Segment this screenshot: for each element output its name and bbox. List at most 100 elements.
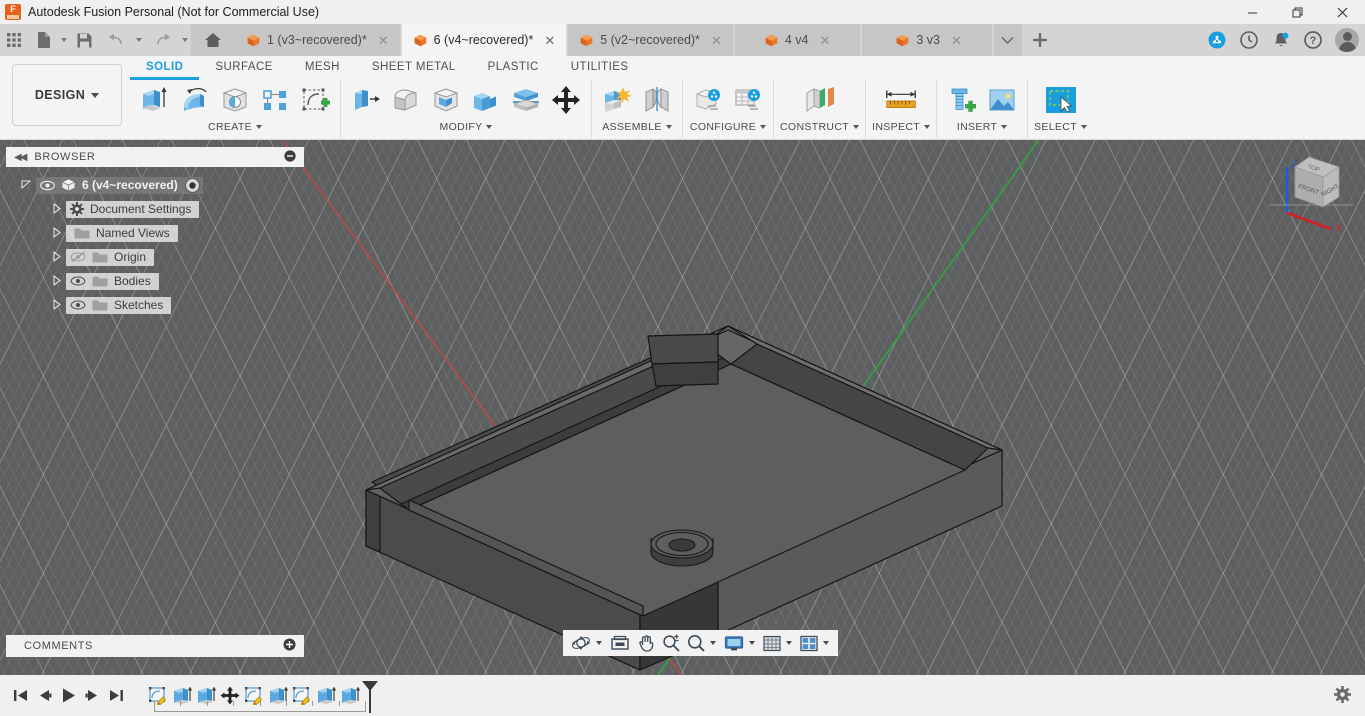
zoom-icon[interactable]: [659, 630, 683, 656]
more-tabs-icon[interactable]: [993, 24, 1024, 56]
notifications-icon[interactable]: [1266, 24, 1296, 56]
eye-visible-icon[interactable]: [70, 275, 86, 287]
offset-plane-icon[interactable]: [801, 80, 839, 120]
panel-construct-label[interactable]: CONSTRUCT: [780, 121, 860, 133]
tree-item-document-settings[interactable]: Document Settings: [66, 200, 200, 218]
tree-node-bodies[interactable]: Bodies: [6, 269, 306, 293]
fillet-icon[interactable]: [387, 80, 425, 120]
joint-icon[interactable]: [638, 80, 676, 120]
document-tab-1[interactable]: 1 (v3~recovered)* ✕: [235, 24, 402, 56]
panel-inspect-label[interactable]: INSPECT: [872, 121, 931, 133]
tab-mesh[interactable]: MESH: [289, 58, 356, 80]
tab-solid[interactable]: SOLID: [130, 58, 200, 80]
add-tab-icon[interactable]: [1024, 24, 1056, 56]
split-face-icon[interactable]: [507, 80, 545, 120]
eye-hidden-icon[interactable]: [70, 251, 86, 263]
add-comment-icon[interactable]: [283, 638, 296, 654]
tree-node-named-views[interactable]: Named Views: [6, 221, 306, 245]
tree-node-root[interactable]: 6 (v4~recovered): [6, 173, 306, 197]
grid-snaps-icon[interactable]: [760, 630, 784, 656]
workspace-switcher[interactable]: DESIGN: [12, 64, 122, 126]
new-file-dropdown-icon[interactable]: [58, 24, 70, 56]
document-tab-3[interactable]: 5 (v2~recovered)* ✕: [568, 24, 735, 56]
hole-icon[interactable]: [216, 80, 254, 120]
tree-item-bodies[interactable]: Bodies: [66, 272, 159, 290]
minimize-button[interactable]: [1230, 0, 1275, 24]
go-to-beginning-icon[interactable]: [8, 681, 32, 711]
close-tab-icon[interactable]: ✕: [378, 34, 389, 47]
new-component-icon[interactable]: [598, 80, 636, 120]
new-file-icon[interactable]: [29, 24, 58, 56]
tree-item-named-views[interactable]: Named Views: [66, 224, 178, 242]
document-tab-5[interactable]: 3 v3 ✕: [862, 24, 994, 56]
twisty-collapsed-icon[interactable]: [46, 202, 66, 216]
extensions-icon[interactable]: [1202, 24, 1232, 56]
restore-button[interactable]: [1275, 0, 1320, 24]
play-icon[interactable]: [56, 681, 80, 711]
document-tab-4[interactable]: 4 v4 ✕: [734, 24, 863, 56]
home-icon[interactable]: [191, 24, 235, 56]
tree-item-root[interactable]: 6 (v4~recovered): [36, 176, 203, 194]
activate-component-radio[interactable]: [184, 177, 201, 194]
go-to-end-icon[interactable]: [104, 681, 128, 711]
eye-visible-icon[interactable]: [70, 299, 86, 311]
shell-icon[interactable]: [427, 80, 465, 120]
viewports-dropdown-icon[interactable]: [823, 641, 829, 645]
redo-dropdown-icon[interactable]: [179, 24, 191, 56]
display-settings-dropdown-icon[interactable]: [749, 641, 755, 645]
twisty-collapsed-icon[interactable]: [46, 298, 66, 312]
tree-node-document-settings[interactable]: Document Settings: [6, 197, 306, 221]
panel-modify-label[interactable]: MODIFY: [440, 121, 493, 133]
undo-dropdown-icon[interactable]: [133, 24, 145, 56]
revolve-icon[interactable]: [176, 80, 214, 120]
undo-icon[interactable]: [99, 24, 133, 56]
step-back-icon[interactable]: [32, 681, 56, 711]
collapse-left-icon[interactable]: ◀◀: [14, 152, 27, 163]
fit-dropdown-icon[interactable]: [710, 641, 716, 645]
tree-item-sketches[interactable]: Sketches: [66, 296, 172, 314]
timeline-marker[interactable]: [362, 679, 378, 713]
tree-item-origin[interactable]: Origin: [66, 248, 155, 266]
tab-sheet-metal[interactable]: SHEET METAL: [356, 58, 472, 80]
twisty-expanded-icon[interactable]: [16, 179, 36, 191]
panel-insert-label[interactable]: INSERT: [957, 121, 1008, 133]
eye-visible-icon[interactable]: [40, 180, 55, 191]
tab-surface[interactable]: SURFACE: [199, 58, 288, 80]
close-tab-icon[interactable]: ✕: [711, 34, 722, 47]
press-pull-icon[interactable]: [347, 80, 385, 120]
combine-icon[interactable]: [467, 80, 505, 120]
canvas-icon[interactable]: [983, 80, 1021, 120]
insert-mcmaster-icon[interactable]: [943, 80, 981, 120]
tab-utilities[interactable]: UTILITIES: [555, 58, 645, 80]
select-icon[interactable]: [1042, 80, 1080, 120]
pan-icon[interactable]: [634, 630, 658, 656]
zoom-window-icon[interactable]: [684, 630, 708, 656]
tree-node-origin[interactable]: Origin: [6, 245, 306, 269]
rectangular-pattern-icon[interactable]: [256, 80, 294, 120]
close-button[interactable]: [1320, 0, 1365, 24]
redo-icon[interactable]: [145, 24, 179, 56]
create-sketch-icon[interactable]: [296, 80, 334, 120]
panel-configure-label[interactable]: CONFIGURE: [690, 121, 767, 133]
minimize-icon[interactable]: [284, 149, 296, 165]
avatar[interactable]: [1335, 28, 1359, 52]
panel-create-label[interactable]: CREATE: [208, 121, 262, 133]
close-tab-icon[interactable]: ✕: [819, 34, 830, 47]
orbit-icon[interactable]: [568, 630, 594, 656]
look-at-icon[interactable]: [607, 630, 633, 656]
tree-node-sketches[interactable]: Sketches: [6, 293, 306, 317]
job-status-icon[interactable]: [1234, 24, 1264, 56]
close-tab-icon[interactable]: ✕: [544, 34, 555, 47]
view-cube[interactable]: Z X TOP FRONT RIGHT: [1265, 145, 1357, 233]
extrude-icon[interactable]: [136, 80, 174, 120]
panel-assemble-label[interactable]: ASSEMBLE: [602, 121, 672, 133]
tab-plastic[interactable]: PLASTIC: [472, 58, 555, 80]
configuration-table-icon[interactable]: [729, 80, 767, 120]
create-configuration-icon[interactable]: [689, 80, 727, 120]
step-forward-icon[interactable]: [80, 681, 104, 711]
viewport-canvas[interactable]: ◀◀ BROWSER 6 (v4~recovered) Document Set…: [0, 140, 1365, 675]
app-grid-icon[interactable]: [0, 24, 29, 56]
measure-icon[interactable]: [882, 80, 920, 120]
viewports-icon[interactable]: [797, 630, 821, 656]
grid-snaps-dropdown-icon[interactable]: [786, 641, 792, 645]
